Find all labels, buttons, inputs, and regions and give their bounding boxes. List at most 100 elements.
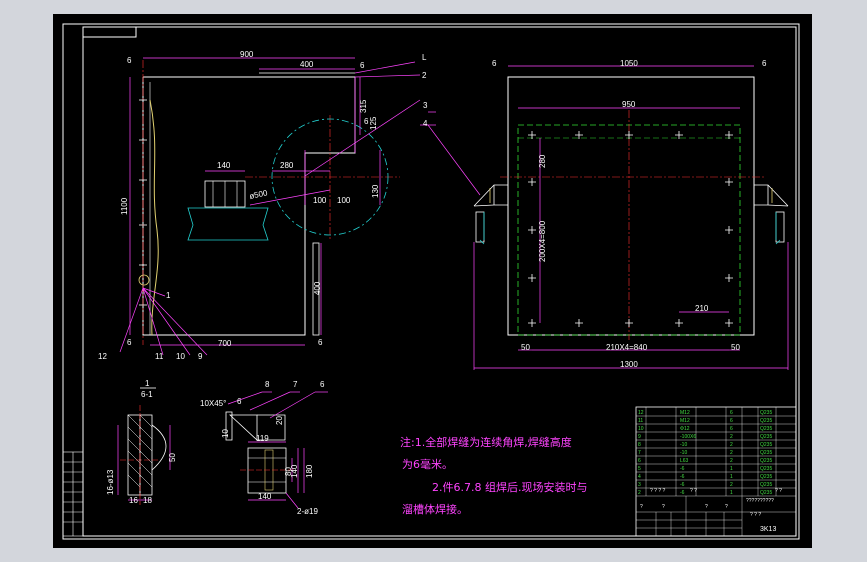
callout-2: 2 xyxy=(422,71,427,80)
dim-315: 315 xyxy=(359,99,368,113)
svg-text:12: 12 xyxy=(638,410,644,416)
callout-11: 11 xyxy=(155,352,164,361)
svg-text:Q235: Q235 xyxy=(760,458,772,464)
title-block-q9: ? ? xyxy=(775,488,782,494)
section-18: 18 xyxy=(143,496,152,505)
plate-180: 180 xyxy=(305,464,314,478)
dim-s6e: 6 xyxy=(364,117,369,126)
svg-text:5: 5 xyxy=(638,466,641,472)
section-sub: 6-1 xyxy=(141,390,153,399)
svg-text:-10: -10 xyxy=(680,442,687,448)
note-line-2: 为6毫米。 xyxy=(402,457,453,471)
svg-text:2: 2 xyxy=(730,458,733,464)
svg-text:M12: M12 xyxy=(680,410,690,416)
plate-chamfer: 10X45° xyxy=(200,399,226,408)
callout-10: 10 xyxy=(176,352,185,361)
dim-700: 700 xyxy=(218,339,232,348)
svg-text:6: 6 xyxy=(730,426,733,432)
dim-130: 130 xyxy=(371,184,380,198)
svg-text:2: 2 xyxy=(730,442,733,448)
svg-text:11: 11 xyxy=(638,418,643,424)
plate-140: 140 xyxy=(258,492,272,501)
svg-text:-6: -6 xyxy=(680,474,685,480)
title-block-q6: ? ? ? ? xyxy=(650,488,666,494)
svg-text:Q235: Q235 xyxy=(760,474,772,480)
dim-s6c: 6 xyxy=(127,338,132,347)
dim-950: 950 xyxy=(622,100,636,109)
callout-3: 3 xyxy=(423,101,428,110)
dim-400-vertical: 400 xyxy=(313,281,322,295)
plate-holes: 2-ø19 xyxy=(297,507,318,516)
dim-900: 900 xyxy=(240,50,254,59)
svg-text:Q235: Q235 xyxy=(760,418,772,424)
dim-1100: 1100 xyxy=(120,197,129,215)
svg-text:4: 4 xyxy=(638,474,641,480)
svg-text:L63: L63 xyxy=(680,458,689,464)
title-block-q7: ? ? xyxy=(690,488,697,494)
dim-210x4: 210X4=840 xyxy=(606,343,648,352)
svg-text:-10: -10 xyxy=(680,450,687,456)
cad-drawing-canvas[interactable]: 900 400 1100 140 280 ø500 100 100 130 12… xyxy=(0,0,867,562)
dim-1300: 1300 xyxy=(620,360,638,369)
plate-119: 119 xyxy=(256,434,269,443)
dim-s6b: 6 xyxy=(360,61,365,70)
svg-text:2: 2 xyxy=(638,490,641,496)
note-line-3: 2.件6.7.8 组焊后.现场安装时与 xyxy=(432,480,587,494)
dim-400: 400 xyxy=(300,60,314,69)
section-holes: 16-ø13 xyxy=(106,469,115,495)
callout-12: 12 xyxy=(98,352,107,361)
svg-text:2: 2 xyxy=(730,482,733,488)
svg-text:Q235: Q235 xyxy=(760,434,772,440)
dim-100a: 100 xyxy=(313,196,327,205)
dim-280-right: 280 xyxy=(538,154,547,168)
callout-9: 9 xyxy=(198,352,203,361)
dim-210: 210 xyxy=(695,304,709,313)
plate-w10: 10 xyxy=(221,429,230,438)
dim-200x4: 200X4=800 xyxy=(538,220,547,262)
plate-c6: 6 xyxy=(237,397,242,406)
dim-s6d: 6 xyxy=(318,338,323,347)
dim-50a: 50 xyxy=(521,343,530,352)
plate-c7: 7 xyxy=(293,380,298,389)
svg-text:9: 9 xyxy=(638,434,641,440)
section-16: 16 xyxy=(129,496,138,505)
drawing-number: 3K13 xyxy=(760,526,776,533)
plate-c8: 8 xyxy=(265,380,270,389)
svg-text:7: 7 xyxy=(638,450,641,456)
svg-text:Q235: Q235 xyxy=(760,410,772,416)
svg-text:Φ12: Φ12 xyxy=(680,426,690,432)
plate-140v: 140 xyxy=(290,464,299,478)
svg-text:1: 1 xyxy=(730,474,733,480)
plate-c6b: 6 xyxy=(320,380,325,389)
dim-s6-right-a: 6 xyxy=(492,59,497,68)
svg-text:6: 6 xyxy=(638,458,641,464)
svg-text:-100X6: -100X6 xyxy=(680,434,696,440)
svg-text:3: 3 xyxy=(638,482,641,488)
dim-280: 280 xyxy=(280,161,294,170)
svg-text:Q235: Q235 xyxy=(760,426,772,432)
svg-text:Q235: Q235 xyxy=(760,466,772,472)
svg-text:-6: -6 xyxy=(680,466,685,472)
title-block-q3: ? xyxy=(640,504,643,510)
callout-4: 4 xyxy=(423,119,428,128)
callout-1: 1 xyxy=(166,291,171,300)
section-label: 1 xyxy=(145,379,150,388)
callout-L: L xyxy=(422,53,427,62)
svg-text:Q235: Q235 xyxy=(760,482,772,488)
dim-125: 125 xyxy=(369,116,378,130)
note-line-1: 注:1.全部焊缝为连续角焊,焊缝高度 xyxy=(400,435,572,449)
dim-100b: 100 xyxy=(337,196,351,205)
dim-s6-right-b: 6 xyxy=(762,59,767,68)
title-block-q4: ? xyxy=(662,504,665,510)
svg-text:1: 1 xyxy=(730,490,733,496)
svg-text:Q235: Q235 xyxy=(760,442,772,448)
svg-text:2: 2 xyxy=(730,434,733,440)
title-block-q1: ? xyxy=(705,504,708,510)
svg-text:10: 10 xyxy=(638,426,644,432)
svg-text:M12: M12 xyxy=(680,418,690,424)
svg-text:Q235: Q235 xyxy=(760,490,772,496)
svg-text:6: 6 xyxy=(730,418,733,424)
plate-w20: 20 xyxy=(275,416,284,425)
note-line-4: 溜槽体焊接。 xyxy=(402,502,468,516)
title-block-q2: ? xyxy=(725,504,728,510)
